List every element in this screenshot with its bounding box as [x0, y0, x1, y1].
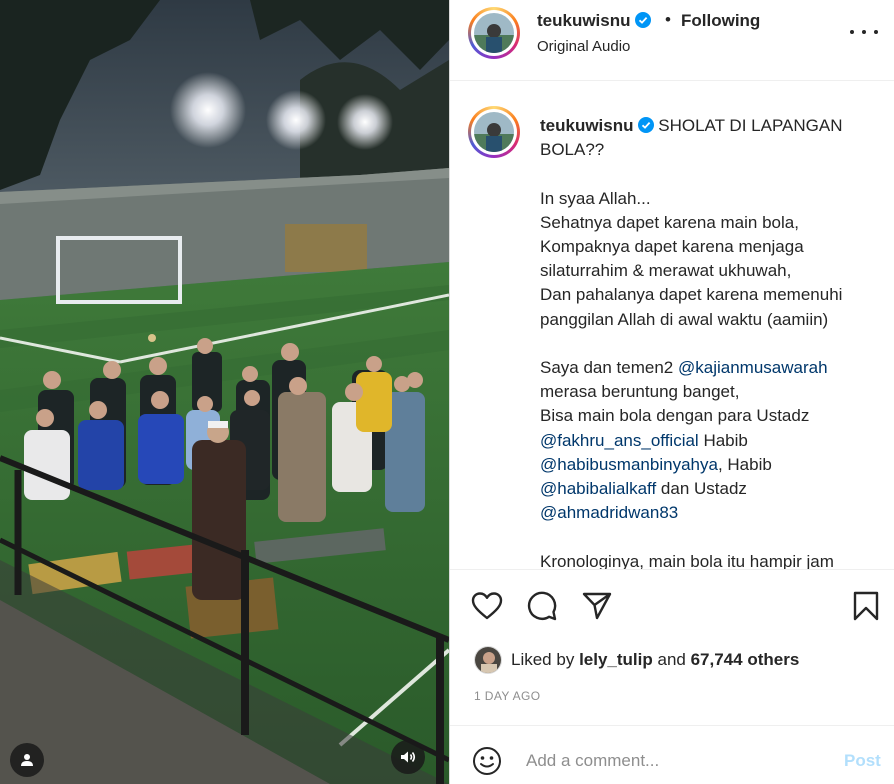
share-button[interactable]: [580, 589, 614, 623]
post-details-panel: teukuwisnu • Following Original Audio te…: [449, 0, 894, 784]
post-timestamp[interactable]: 1 DAY AGO: [474, 689, 541, 703]
bookmark-icon: [853, 591, 879, 621]
comment-bar: Post: [450, 725, 894, 784]
caption-text-segment: Saya dan temen2: [540, 358, 674, 377]
caption-line: silaturrahim & merawat ukhuwah,: [540, 261, 792, 281]
avatar[interactable]: [468, 7, 520, 59]
emoji-button[interactable]: [470, 744, 504, 778]
post-comment-button[interactable]: Post: [844, 751, 881, 771]
liker-avatar[interactable]: [474, 646, 502, 674]
caption-title: SHOLAT DI LAPANGAN: [658, 116, 843, 135]
likes-summary: Liked by lely_tulip and 67,744 others: [474, 645, 799, 675]
caption-line: Sehatnya dapet karena main bola,: [540, 212, 799, 232]
separator-dot: •: [665, 10, 671, 29]
save-button[interactable]: [849, 589, 883, 623]
comment-bubble-icon: [527, 591, 557, 621]
post-media-video[interactable]: [0, 0, 449, 784]
user-icon: [21, 754, 33, 766]
speaker-icon: [401, 751, 416, 763]
verified-badge-icon: [637, 117, 654, 133]
more-options-icon[interactable]: [850, 22, 878, 42]
caption-text-segment: Habib: [703, 430, 748, 450]
caption-text-segment: dan Ustadz: [660, 479, 747, 499]
liked-by-prefix: Liked by: [511, 650, 575, 669]
caption-text-segment: , Habib: [717, 454, 772, 474]
caption-username[interactable]: teukuwisnu: [540, 116, 634, 135]
caption-line: Bisa main bola dengan para Ustadz: [540, 406, 810, 426]
caption-avatar[interactable]: [468, 106, 520, 158]
caption-section: teukuwisnu SHOLAT DI LAPANGAN BOLA?? In …: [450, 82, 894, 570]
caption-line: merasa beruntung banget,: [540, 382, 740, 402]
heart-icon: [471, 592, 503, 620]
smiley-icon: [473, 747, 501, 775]
post-header: teukuwisnu • Following Original Audio: [450, 0, 894, 81]
likes-count[interactable]: 67,744 others: [691, 650, 800, 670]
mention-link[interactable]: @habibusmanbinyahya: [540, 455, 718, 474]
caption-line: panggilan Allah di awal waktu (aamiin): [540, 309, 829, 329]
following-button[interactable]: Following: [681, 11, 760, 31]
mention-link[interactable]: @habibalialkaff: [540, 479, 656, 498]
caption-title-cont: BOLA??: [540, 140, 605, 160]
post-actions: [450, 570, 894, 640]
audio-label[interactable]: Original Audio: [537, 38, 630, 55]
caption-line: Dan pahalanya dapet karena memenuhi: [540, 285, 843, 305]
comment-input[interactable]: [526, 748, 826, 774]
tagged-users-button[interactable]: [10, 743, 44, 777]
caption-line: Kompaknya dapet karena menjaga: [540, 237, 804, 256]
audio-toggle-button[interactable]: [391, 740, 425, 774]
caption-line: In syaa Allah...: [540, 188, 651, 208]
like-button[interactable]: [470, 589, 504, 623]
mention-link[interactable]: @fakhru_ans_official: [540, 431, 699, 450]
post-author-username[interactable]: teukuwisnu: [537, 11, 651, 31]
liker-username[interactable]: lely_tulip: [579, 650, 653, 670]
paper-plane-icon: [582, 592, 612, 620]
caption-line: Kronologinya, main bola itu hampir jam: [540, 551, 834, 570]
verified-badge-icon: [634, 12, 651, 28]
caption-text: teukuwisnu SHOLAT DI LAPANGAN BOLA?? In …: [540, 114, 882, 570]
liked-by-connector: and: [657, 650, 686, 669]
comment-button[interactable]: [525, 589, 559, 623]
mention-link[interactable]: @kajianmusawarah: [678, 358, 828, 377]
username-text[interactable]: teukuwisnu: [537, 11, 631, 30]
video-frame: [0, 0, 449, 784]
mention-link[interactable]: @ahmadridwan83: [540, 503, 678, 522]
